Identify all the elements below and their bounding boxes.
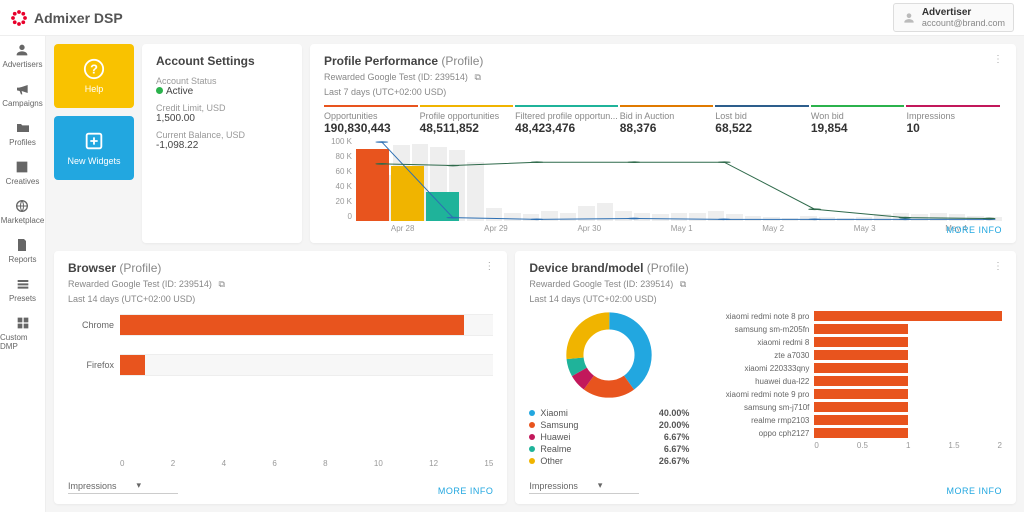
impressions-dropdown[interactable]: Impressions▾ — [68, 478, 178, 494]
more-info-link[interactable]: MORE INFO — [947, 486, 1003, 496]
svg-text:?: ? — [90, 62, 98, 77]
settings-heading: Account Settings — [156, 54, 288, 68]
add-widget-icon — [83, 130, 105, 152]
donut-chart — [564, 310, 654, 400]
help-icon: ? — [83, 58, 105, 80]
status-dot-icon — [156, 87, 163, 94]
app-logo: Admixer DSP — [10, 9, 123, 27]
metrics-row: Opportunities190,830,443Profile opportun… — [324, 105, 1002, 135]
sidebar-item-reports[interactable]: Reports — [8, 235, 36, 266]
balance-value: -1,098.22 — [156, 140, 288, 151]
person-icon — [14, 42, 30, 58]
account-email: account@brand.com — [922, 18, 1005, 28]
stack-icon — [15, 276, 31, 292]
more-info-link[interactable]: MORE INFO — [947, 225, 1003, 235]
kebab-icon[interactable]: ⋮ — [993, 54, 1004, 65]
sidebar-item-creatives[interactable]: Creatives — [6, 157, 40, 188]
asterisk-icon — [10, 9, 28, 27]
copy-icon[interactable]: ⧉ — [218, 279, 224, 289]
browser-chart: ChromeFirefox — [68, 312, 493, 459]
image-icon — [14, 159, 30, 175]
sidebar: Advertisers Campaigns Profiles Creatives… — [0, 36, 46, 512]
device-card: ⋮ Device brand/model (Profile) Rewarded … — [515, 251, 1016, 504]
sidebar-item-marketplace[interactable]: Marketplace — [1, 196, 45, 227]
sidebar-item-profiles[interactable]: Profiles — [9, 118, 36, 149]
account-role: Advertiser — [922, 7, 1005, 18]
sidebar-item-presets[interactable]: Presets — [9, 274, 36, 305]
account-badge[interactable]: Advertiser account@brand.com — [893, 3, 1014, 32]
grid-icon — [15, 315, 31, 331]
app-title: Admixer DSP — [34, 10, 123, 26]
copy-icon[interactable]: ⧉ — [474, 72, 480, 82]
credit-limit-value: 1,500.00 — [156, 113, 288, 124]
megaphone-icon — [15, 81, 31, 97]
sidebar-item-custom-dmp[interactable]: Custom DMP — [0, 313, 45, 353]
device-bars-chart: xiaomi redmi note 8 prosamsung sm-m205fn… — [697, 310, 1002, 439]
folder-icon — [15, 120, 31, 136]
status-value: Active — [166, 86, 193, 97]
profile-chart: 100 K80 K60 K40 K20 K0 Apr 28Apr 29Apr 3… — [324, 137, 1002, 233]
account-settings-card: Account Settings Account Status Active C… — [142, 44, 302, 243]
copy-icon[interactable]: ⧉ — [680, 279, 686, 289]
chevron-down-icon: ▾ — [137, 480, 142, 491]
donut-legend: Xiaomi40.00%Samsung20.00%Huawei6.67%Real… — [529, 406, 689, 466]
browser-card: ⋮ Browser (Profile) Rewarded Google Test… — [54, 251, 507, 504]
help-tile[interactable]: ? Help — [54, 44, 134, 108]
document-icon — [14, 237, 30, 253]
sidebar-item-advertisers[interactable]: Advertisers — [2, 40, 42, 71]
impressions-dropdown[interactable]: Impressions▾ — [529, 478, 639, 494]
globe-icon — [14, 198, 30, 214]
quick-tiles: ? Help New Widgets — [54, 44, 134, 243]
topbar: Admixer DSP Advertiser account@brand.com — [0, 0, 1024, 36]
kebab-icon[interactable]: ⋮ — [993, 261, 1004, 272]
user-icon — [902, 11, 916, 25]
sidebar-item-campaigns[interactable]: Campaigns — [2, 79, 42, 110]
more-info-link[interactable]: MORE INFO — [438, 486, 494, 496]
profile-performance-card: ⋮ Profile Performance (Profile) Rewarded… — [310, 44, 1016, 243]
kebab-icon[interactable]: ⋮ — [484, 261, 495, 272]
chevron-down-icon: ▾ — [598, 480, 603, 491]
new-widgets-tile[interactable]: New Widgets — [54, 116, 134, 180]
